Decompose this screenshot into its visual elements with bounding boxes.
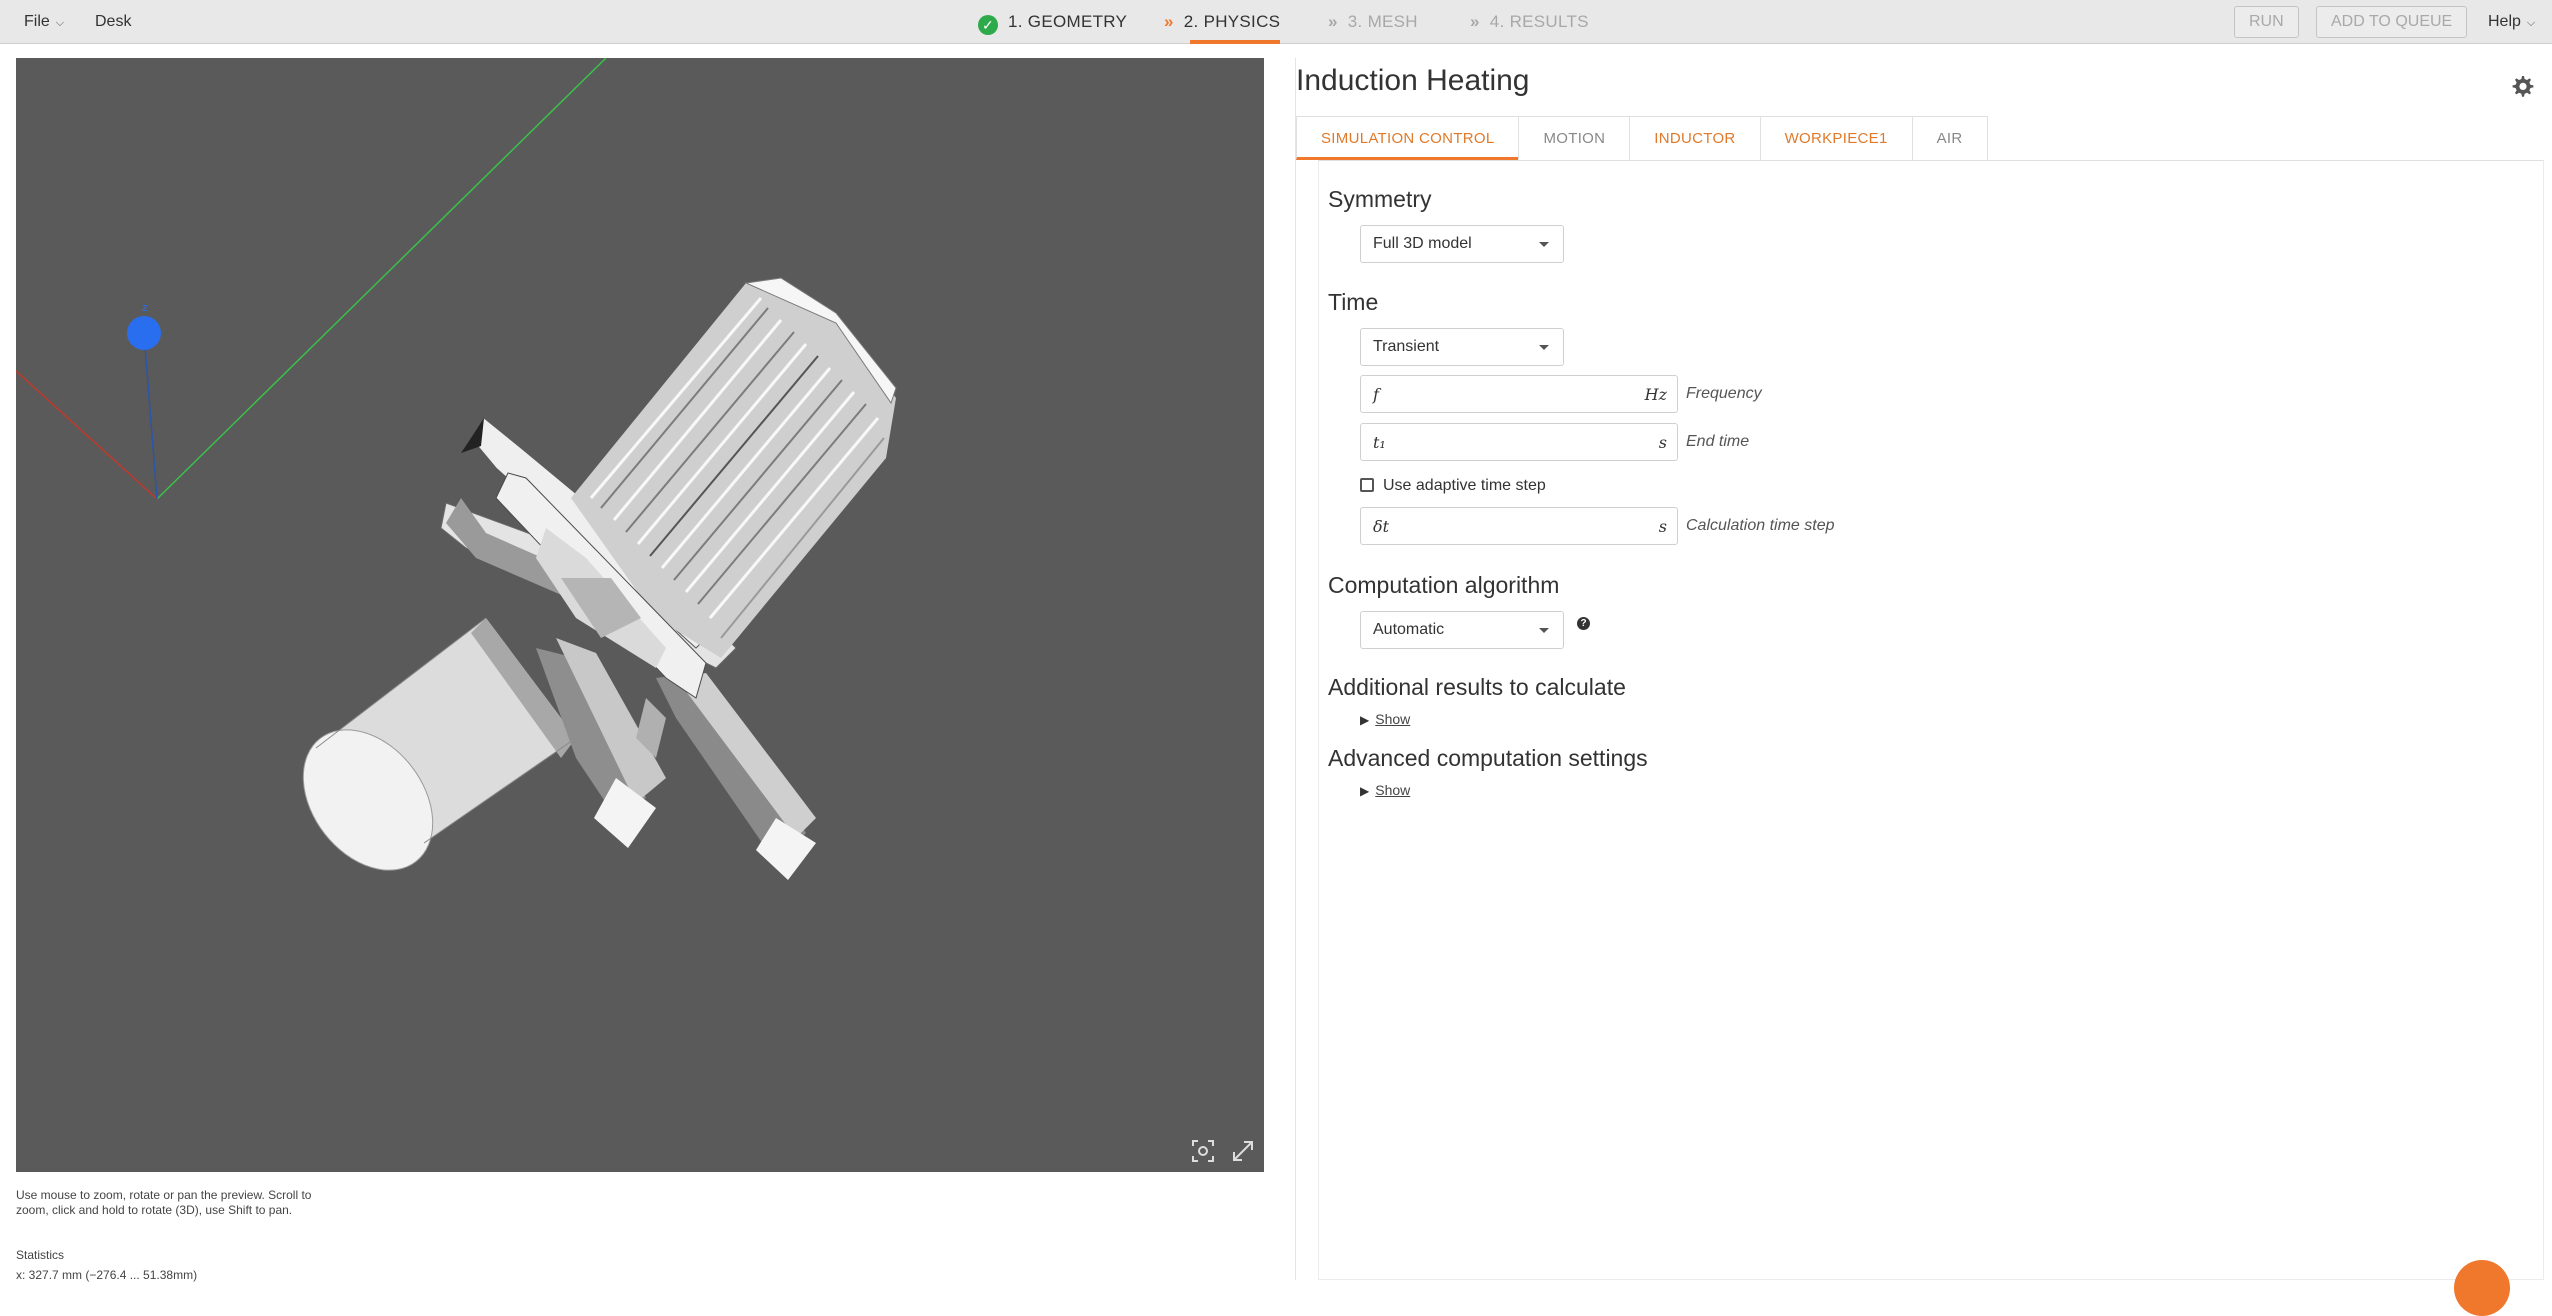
file-menu-button[interactable]: File ⌵ [24, 0, 64, 44]
advanced-settings-show-link[interactable]: Show [1375, 782, 1410, 798]
caret-down-icon [1539, 242, 1549, 247]
time-mode-select-value: Transient [1373, 338, 1440, 355]
adaptive-time-step-checkbox[interactable] [1360, 478, 1374, 492]
floating-action-button[interactable] [2454, 1260, 2510, 1316]
time-step-label: Calculation time step [1686, 517, 1835, 534]
step-geometry-label: 1. GEOMETRY [1008, 12, 1128, 31]
additional-results-toggle[interactable]: ▶ Show [1360, 711, 1410, 727]
help-icon[interactable]: ? [1577, 617, 1590, 630]
tab-inductor[interactable]: INDUCTOR [1629, 116, 1761, 160]
time-step-symbol: δt [1373, 517, 1390, 536]
step-physics[interactable]: » 2. PHYSICS [1164, 0, 1281, 44]
panel-tabs: SIMULATION CONTROL MOTION INDUCTOR WORKP… [1296, 116, 1988, 160]
time-step-unit: s [1658, 517, 1667, 536]
step-mesh-label: 3. MESH [1347, 12, 1418, 31]
algorithm-select-value: Automatic [1373, 621, 1445, 638]
end-time-field[interactable]: t₁ s [1360, 423, 1678, 461]
file-menu-label: File [24, 13, 50, 30]
top-bar: File ⌵ Desk ✓ 1. GEOMETRY » 2. PHYSICS » 3. … [0, 0, 2552, 44]
tab-motion[interactable]: MOTION [1518, 116, 1631, 160]
fullscreen-icon[interactable] [1230, 1138, 1256, 1164]
x-axis-line [16, 370, 158, 500]
check-circle-icon: ✓ [978, 15, 998, 35]
step-mesh: » 3. MESH [1328, 0, 1418, 44]
tab-air[interactable]: AIR [1911, 116, 1988, 160]
workpiece-model [302, 617, 577, 871]
frequency-field[interactable]: f Hz [1360, 375, 1678, 413]
end-time-unit: s [1658, 433, 1667, 452]
help-menu-button[interactable]: Help ⌵ [2488, 0, 2535, 44]
z-axis-handle[interactable] [127, 316, 161, 350]
triangle-right-icon: ▶ [1360, 784, 1370, 798]
tab-simulation-control[interactable]: SIMULATION CONTROL [1296, 116, 1520, 160]
gear-icon[interactable] [2510, 74, 2534, 98]
frequency-unit: Hz [1644, 385, 1667, 404]
focus-frame-icon[interactable] [1190, 1138, 1216, 1164]
step-geometry[interactable]: ✓ 1. GEOMETRY [978, 0, 1127, 44]
model-canvas: z [16, 58, 897, 880]
end-time-symbol: t₁ [1373, 433, 1386, 452]
frequency-label: Frequency [1686, 385, 1762, 402]
statistics-label: Statistics [16, 1248, 65, 1262]
additional-results-heading: Additional results to calculate [1328, 674, 1626, 700]
algorithm-select[interactable]: Automatic [1360, 611, 1564, 649]
y-axis-line [156, 58, 607, 500]
help-menu-label: Help [2488, 13, 2521, 30]
panel-divider [1295, 58, 1296, 1280]
double-chevron-right-icon: » [1164, 12, 1174, 31]
z-axis-label: z [142, 301, 148, 314]
add-to-queue-button[interactable]: ADD TO QUEUE [2316, 6, 2468, 38]
tab-workpiece1[interactable]: WORKPIECE1 [1759, 116, 1913, 160]
adaptive-time-step-label[interactable]: Use adaptive time step [1383, 477, 1546, 495]
chevron-down-icon: ⌵ [2526, 17, 2536, 29]
advanced-settings-heading: Advanced computation settings [1328, 745, 1648, 771]
additional-results-show-link[interactable]: Show [1375, 711, 1410, 727]
run-button[interactable]: RUN [2234, 6, 2299, 38]
symmetry-select[interactable]: Full 3D model [1360, 225, 1564, 263]
step-results: » 4. RESULTS [1470, 0, 1589, 44]
active-step-indicator [1190, 40, 1281, 44]
chevron-down-icon: ⌵ [55, 17, 65, 29]
symmetry-select-value: Full 3D model [1373, 235, 1472, 252]
viewer-hint-text: Use mouse to zoom, rotate or pan the pre… [16, 1188, 312, 1217]
desk-button[interactable]: Desk [95, 0, 131, 44]
step-results-label: 4. RESULTS [1489, 12, 1589, 31]
advanced-settings-toggle[interactable]: ▶ Show [1360, 782, 1410, 798]
step-physics-label: 2. PHYSICS [1183, 12, 1281, 31]
double-chevron-right-icon: » [1328, 12, 1338, 31]
frequency-symbol: f [1373, 385, 1379, 404]
caret-down-icon [1539, 345, 1549, 350]
double-chevron-right-icon: » [1470, 12, 1480, 31]
3d-preview-viewport[interactable]: z [16, 58, 1264, 1172]
end-time-label: End time [1686, 433, 1750, 450]
caret-down-icon [1539, 628, 1549, 633]
symmetry-heading: Symmetry [1328, 186, 1432, 212]
triangle-right-icon: ▶ [1360, 713, 1370, 727]
algorithm-heading: Computation algorithm [1328, 572, 1560, 598]
time-step-field[interactable]: δt s [1360, 507, 1678, 545]
z-axis-line [143, 332, 158, 500]
time-heading: Time [1328, 289, 1379, 315]
page-title: Induction Heating [1296, 64, 1530, 97]
time-mode-select[interactable]: Transient [1360, 328, 1564, 366]
